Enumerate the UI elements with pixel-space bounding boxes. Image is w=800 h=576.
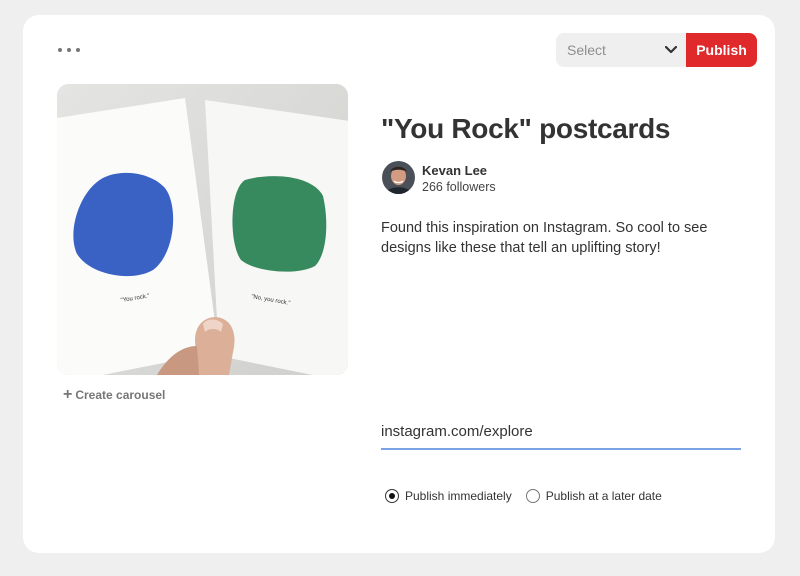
pin-editor-card: Select Publish "You rock." "No, you rock bbox=[23, 15, 775, 553]
radio-label-later: Publish at a later date bbox=[545, 489, 662, 503]
follower-count: 266 followers bbox=[422, 180, 496, 194]
radio-publish-later[interactable]: Publish at a later date bbox=[525, 489, 662, 503]
more-options-button[interactable] bbox=[58, 41, 80, 59]
avatar[interactable] bbox=[382, 161, 415, 194]
radio-publish-immediately[interactable]: Publish immediately bbox=[385, 489, 512, 503]
board-select[interactable]: Select bbox=[556, 33, 688, 67]
pin-description[interactable]: Found this inspiration on Instagram. So … bbox=[381, 218, 751, 258]
publish-button[interactable]: Publish bbox=[686, 33, 757, 67]
create-carousel-button[interactable]: + Create carousel bbox=[63, 387, 165, 403]
board-select-value: Select bbox=[567, 42, 606, 58]
more-dot bbox=[58, 48, 62, 52]
chevron-down-icon bbox=[665, 46, 677, 54]
more-dot bbox=[67, 48, 71, 52]
pin-title[interactable]: "You Rock" postcards bbox=[381, 113, 671, 145]
radio-label-immediately: Publish immediately bbox=[405, 489, 512, 503]
author-name[interactable]: Kevan Lee bbox=[422, 163, 487, 178]
create-carousel-label: Create carousel bbox=[75, 388, 166, 402]
more-dot bbox=[76, 48, 80, 52]
radio-button-checked[interactable] bbox=[385, 489, 399, 503]
radio-button-unchecked[interactable] bbox=[525, 489, 540, 503]
pin-image[interactable]: "You rock." "No, you rock." bbox=[57, 84, 348, 375]
plus-icon: + bbox=[63, 386, 73, 403]
publish-timing-options: Publish immediately Publish at a later d… bbox=[385, 489, 676, 503]
postcards-photo: "You rock." "No, you rock." bbox=[57, 84, 348, 375]
destination-link-input[interactable] bbox=[381, 418, 741, 450]
